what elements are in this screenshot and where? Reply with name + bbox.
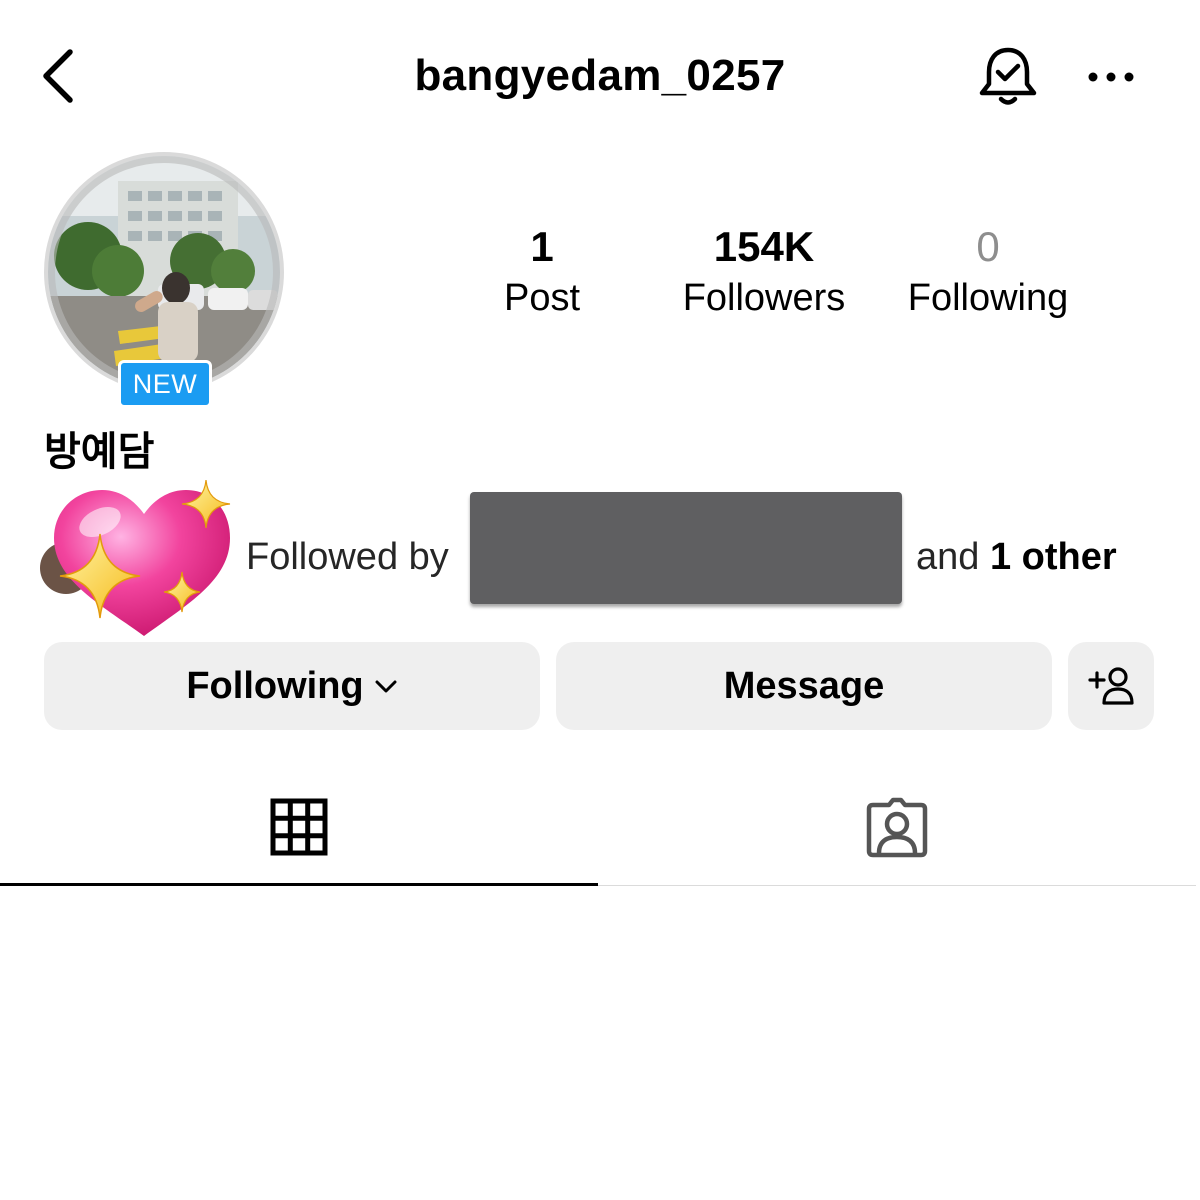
new-badge: NEW bbox=[118, 360, 212, 408]
notifications-button[interactable] bbox=[972, 40, 1044, 112]
add-person-button[interactable] bbox=[1068, 642, 1154, 730]
others-count: 1 other bbox=[989, 536, 1117, 578]
following-button-label: Following bbox=[186, 664, 364, 707]
message-button[interactable]: Message bbox=[556, 642, 1052, 730]
chevron-left-icon bbox=[43, 49, 73, 103]
following-count: 0 bbox=[976, 223, 1000, 270]
followed-by-prefix: Followed by bbox=[246, 536, 449, 578]
followed-by-suffix[interactable]: and 1 other bbox=[916, 530, 1117, 584]
tab-posts-grid[interactable] bbox=[0, 770, 598, 886]
stat-followers[interactable]: 154K Followers bbox=[654, 222, 874, 324]
more-options-button[interactable] bbox=[1080, 52, 1142, 102]
followers-label: Followers bbox=[682, 277, 846, 319]
more-horizontal-icon bbox=[1088, 72, 1134, 82]
tagged-person-icon bbox=[866, 797, 928, 857]
tab-tagged[interactable] bbox=[598, 770, 1196, 886]
posts-count: 1 bbox=[530, 223, 554, 270]
sparkling-heart-icon[interactable] bbox=[40, 476, 236, 646]
display-name: 방예담 bbox=[44, 430, 155, 474]
followers-count: 154K bbox=[713, 223, 815, 270]
profile-avatar[interactable] bbox=[44, 152, 284, 392]
stat-following[interactable]: 0 Following bbox=[878, 222, 1098, 324]
posts-label: Post bbox=[503, 277, 581, 319]
back-button[interactable] bbox=[28, 44, 88, 108]
and-label: and bbox=[916, 536, 990, 578]
bell-check-icon bbox=[979, 47, 1037, 105]
chevron-down-icon bbox=[374, 678, 398, 694]
stat-posts[interactable]: 1 Post bbox=[432, 222, 652, 324]
avatar-photo bbox=[48, 156, 280, 388]
profile-username: bangyedam_0257 bbox=[414, 51, 786, 100]
add-person-icon bbox=[1088, 667, 1134, 705]
following-label: Following bbox=[907, 277, 1069, 319]
redacted-usernames bbox=[470, 492, 902, 604]
grid-icon bbox=[270, 798, 328, 855]
message-button-label: Message bbox=[723, 664, 885, 707]
following-button[interactable]: Following bbox=[44, 642, 540, 730]
